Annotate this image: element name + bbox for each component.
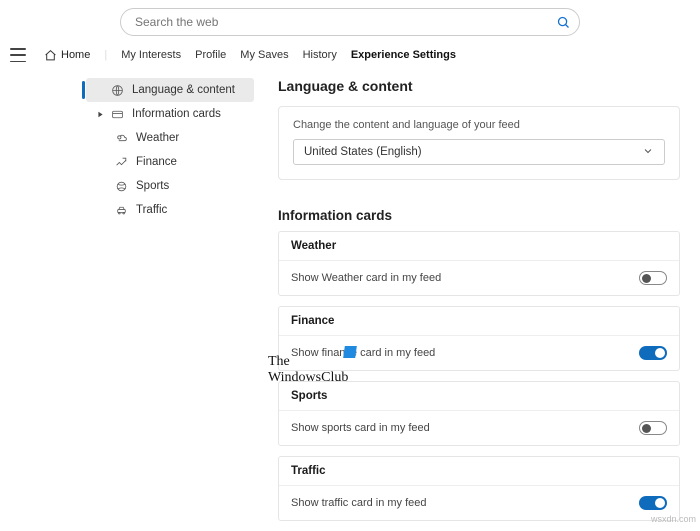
info-block-traffic: Traffic Show traffic card in my feed bbox=[278, 456, 680, 521]
info-block-title: Sports bbox=[279, 382, 679, 411]
search-input[interactable] bbox=[135, 15, 553, 29]
info-block-label: Show traffic card in my feed bbox=[291, 497, 427, 509]
info-block-title: Traffic bbox=[279, 457, 679, 486]
sports-icon bbox=[114, 179, 128, 193]
sidebar-item-traffic[interactable]: Traffic bbox=[86, 198, 254, 222]
top-nav: Home | My Interests Profile My Saves His… bbox=[0, 42, 700, 72]
nav-history[interactable]: History bbox=[303, 49, 337, 61]
caret-right-icon bbox=[96, 111, 104, 118]
sidebar-item-label: Weather bbox=[136, 132, 179, 144]
sidebar-item-label: Language & content bbox=[132, 84, 235, 96]
card-icon bbox=[110, 107, 124, 121]
home-icon bbox=[44, 49, 57, 62]
language-select[interactable]: United States (English) bbox=[293, 139, 665, 165]
sidebar-item-information-cards[interactable]: Information cards bbox=[86, 102, 254, 126]
info-block-label: Show sports card in my feed bbox=[291, 422, 430, 434]
search-bar[interactable] bbox=[120, 8, 580, 36]
sidebar-item-label: Traffic bbox=[136, 204, 167, 216]
toggle-weather[interactable] bbox=[639, 271, 667, 285]
toggle-finance[interactable] bbox=[639, 346, 667, 360]
weather-icon bbox=[114, 131, 128, 145]
info-block-label: Show finance card in my feed bbox=[291, 347, 435, 359]
language-card: Change the content and language of your … bbox=[278, 106, 680, 180]
info-block-finance: Finance Show finance card in my feed bbox=[278, 306, 680, 371]
info-block-weather: Weather Show Weather card in my feed bbox=[278, 231, 680, 296]
language-description: Change the content and language of your … bbox=[293, 119, 665, 131]
globe-icon bbox=[110, 83, 124, 97]
search-icon bbox=[556, 15, 571, 30]
language-select-value: United States (English) bbox=[304, 146, 422, 158]
info-block-label: Show Weather card in my feed bbox=[291, 272, 441, 284]
traffic-icon bbox=[114, 203, 128, 217]
info-block-sports: Sports Show sports card in my feed bbox=[278, 381, 680, 446]
nav-my-saves[interactable]: My Saves bbox=[240, 49, 288, 61]
toggle-sports[interactable] bbox=[639, 421, 667, 435]
nav-home[interactable]: Home bbox=[44, 49, 90, 62]
sidebar-item-label: Information cards bbox=[132, 108, 221, 120]
source-tag: wsxdn.com bbox=[651, 514, 696, 524]
nav-profile[interactable]: Profile bbox=[195, 49, 226, 61]
section-title-information-cards: Information cards bbox=[278, 208, 680, 223]
search-button[interactable] bbox=[553, 12, 573, 32]
menu-icon[interactable] bbox=[10, 48, 26, 62]
nav-my-interests[interactable]: My Interests bbox=[121, 49, 181, 61]
sidebar-item-weather[interactable]: Weather bbox=[86, 126, 254, 150]
sidebar-item-label: Sports bbox=[136, 180, 169, 192]
finance-icon bbox=[114, 155, 128, 169]
main-content: Language & content Change the content an… bbox=[278, 78, 680, 531]
sidebar-item-finance[interactable]: Finance bbox=[86, 150, 254, 174]
info-block-title: Finance bbox=[279, 307, 679, 336]
toggle-traffic[interactable] bbox=[639, 496, 667, 510]
sidebar-item-sports[interactable]: Sports bbox=[86, 174, 254, 198]
info-block-title: Weather bbox=[279, 232, 679, 261]
sidebar-item-language[interactable]: Language & content bbox=[86, 78, 254, 102]
section-title-language: Language & content bbox=[278, 78, 680, 94]
chevron-down-icon bbox=[642, 145, 654, 160]
nav-experience-settings[interactable]: Experience Settings bbox=[351, 49, 456, 61]
sidebar: Language & content Information cards Wea… bbox=[86, 78, 254, 531]
sidebar-item-label: Finance bbox=[136, 156, 177, 168]
